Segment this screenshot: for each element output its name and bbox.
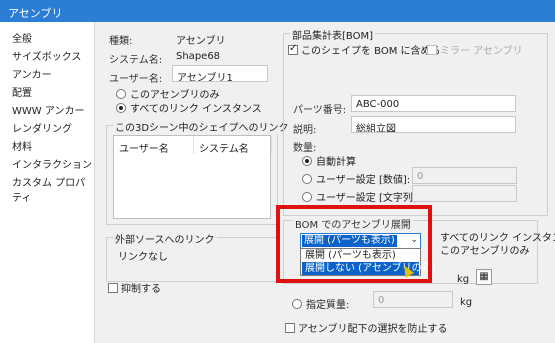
prevent-selection-box [285,322,295,333]
suppress-box [108,282,118,293]
radio-dot [116,88,126,99]
radio-dot [292,298,302,309]
links-list[interactable]: ユーザー名 システム名 [113,135,272,219]
sidebar-item-custom-properties[interactable]: カスタム プロパティ [12,174,94,204]
properties-panel: 種類: アセンブリ システム名: Shape68 ユーザー名: アセンブリ1 こ… [96,22,555,343]
prevent-selection-label: アセンブリ配下の選択を防止する [298,324,448,335]
mass-unit-kg: kg [457,274,470,285]
part-number-input[interactable]: ABC-000 [351,95,516,112]
bom-include-label: このシェイプを BOM に含める [301,46,441,57]
sidebar-item-sizebox[interactable]: サイズボックス [12,48,81,63]
radio-dot-selected [116,102,126,113]
radio-all-instances-label: すべてのリンク インスタンス [130,104,262,115]
type-label: 種類: [109,36,133,47]
bom-include-checkbox[interactable]: このシェイプを BOM に含める [288,42,441,57]
quantity-label: 数量: [293,143,317,154]
links-col-system-name[interactable]: システム名 [194,136,272,155]
window-title: アセンブリ [0,0,555,22]
qty-auto-radio[interactable]: 自動計算 [302,153,356,168]
description-input[interactable]: 総組立図 [351,116,516,133]
system-name-value: Shape68 [176,51,221,62]
suppress-checkbox[interactable]: 抑制する [108,280,161,295]
sidebar-item-placement[interactable]: 配置 [12,84,32,99]
specified-mass-radio[interactable]: 指定質量: [292,296,349,311]
mirror-assembly-checkbox[interactable]: ミラー アセンブリ [427,42,523,57]
links-group-title: この3Dシーン中のシェイプへのリンク [113,119,291,134]
qty-user-text-radio[interactable]: ユーザー設定 [文字列]: [302,189,420,204]
radio-dot [302,191,312,202]
sidebar: 全般 サイズボックス アンカー 配置 WWW アンカー レンダリング 材料 イン… [0,22,95,343]
description-label: 説明: [293,125,317,136]
suppress-label: 抑制する [121,284,161,295]
highlight-frame [276,205,432,283]
user-name-input[interactable]: アセンブリ1 [172,65,268,82]
radio-dot [302,173,312,184]
specified-mass-unit: kg [460,297,473,308]
qty-user-text-label: ユーザー設定 [文字列]: [316,193,421,204]
ext-source-value: リンクなし [118,252,168,263]
sidebar-item-general[interactable]: 全般 [12,30,32,45]
specified-mass-label: 指定質量: [306,300,350,311]
bom-group-title: 部品集計表[BOM] [290,27,375,42]
sidebar-item-material[interactable]: 材料 [12,138,32,153]
part-number-label: パーツ番号: [293,105,347,116]
qty-user-number-input[interactable]: 0 [412,167,517,184]
sidebar-item-www-anchor[interactable]: WWW アンカー [12,102,84,117]
scope-this-assembly[interactable]: このアセンブリのみ [440,242,530,257]
system-name-label: システム名: [109,55,163,66]
mirror-assembly-label: ミラー アセンブリ [440,46,523,57]
qty-user-number-label: ユーザー設定 [数値]: [316,175,411,186]
specified-mass-input[interactable]: 0 [373,291,453,308]
qty-user-number-radio[interactable]: ユーザー設定 [数値]: [302,171,410,186]
sidebar-item-anchor[interactable]: アンカー [12,66,52,81]
qty-user-text-input[interactable] [412,185,517,202]
radio-this-assembly[interactable]: このアセンブリのみ [116,86,220,101]
user-name-label: ユーザー名: [109,74,163,85]
ext-source-title: 外部ソースへのリンク [113,231,217,246]
qty-auto-label: 自動計算 [316,157,356,168]
calculator-icon[interactable]: ▦ [476,269,492,285]
radio-this-assembly-label: このアセンブリのみ [130,90,220,101]
sidebar-item-rendering[interactable]: レンダリング [12,120,72,135]
sidebar-item-interaction[interactable]: インタラクション [12,156,92,171]
links-col-user-name[interactable]: ユーザー名 [114,136,194,155]
prevent-selection-checkbox[interactable]: アセンブリ配下の選択を防止する [285,320,448,335]
bom-include-box [288,43,298,55]
radio-dot-selected [302,155,312,166]
type-value: アセンブリ [176,36,226,47]
radio-all-instances[interactable]: すべてのリンク インスタンス [116,100,262,115]
mirror-assembly-box [427,44,437,55]
